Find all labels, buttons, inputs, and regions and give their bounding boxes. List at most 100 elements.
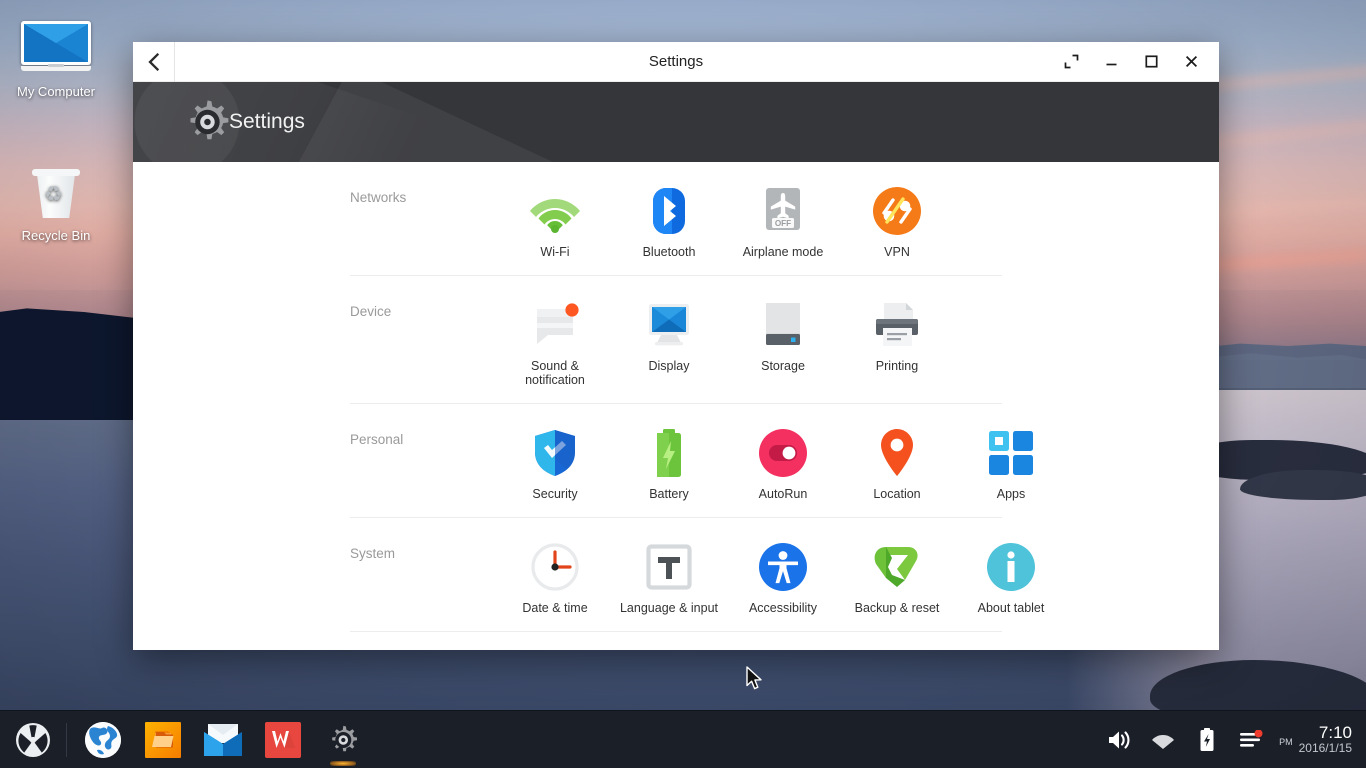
tile-label: Location [873, 487, 920, 501]
tray-volume-icon[interactable] [1097, 711, 1141, 768]
maximize-icon [1144, 54, 1159, 69]
desktop-icon-my-computer[interactable]: My Computer [0, 18, 112, 100]
setting-tile-storage[interactable]: Storage [726, 298, 840, 387]
tile-label: Sound & notification [503, 359, 607, 387]
tile-label: Printing [876, 359, 918, 373]
setting-tile-security[interactable]: Security [498, 426, 612, 501]
start-button[interactable] [0, 711, 66, 768]
location-pin-icon [876, 426, 918, 480]
tile-label: VPN [884, 245, 910, 259]
tile-label: Accessibility [749, 601, 817, 615]
tile-label: Date & time [522, 601, 587, 615]
clock-date: 2016/1/15 [1299, 742, 1352, 756]
printer-icon [872, 298, 922, 352]
tile-label: AutoRun [759, 487, 808, 501]
category-label: Personal [350, 426, 498, 447]
autorun-toggle-icon [758, 426, 808, 480]
expand-diagonal-icon [1064, 54, 1079, 69]
tile-label: About tablet [978, 601, 1045, 615]
language-input-icon [646, 540, 692, 594]
tile-label: Backup & reset [855, 601, 940, 615]
display-icon [644, 298, 694, 352]
back-button[interactable] [133, 42, 175, 82]
folder-box-icon [144, 721, 182, 759]
tray-battery-charging-icon[interactable] [1185, 711, 1229, 768]
bluetooth-icon [644, 184, 694, 238]
setting-tile-airplane-mode[interactable]: OFF Airplane mode [726, 184, 840, 259]
backup-reset-icon [872, 540, 922, 594]
window-maximize-button[interactable] [1131, 42, 1171, 82]
taskbar-app-email[interactable] [193, 711, 253, 768]
wps-icon [265, 722, 301, 758]
setting-tile-printing[interactable]: Printing [840, 298, 954, 387]
tile-label: Airplane mode [743, 245, 824, 259]
setting-tile-date-time[interactable]: Date & time [498, 540, 612, 615]
tile-label: Language & input [620, 601, 718, 615]
airplane-mode-icon: OFF [759, 184, 807, 238]
setting-tile-apps[interactable]: Apps [954, 426, 1068, 501]
tile-label: Battery [649, 487, 689, 501]
category-label: System [350, 540, 498, 561]
tile-label: Apps [997, 487, 1026, 501]
taskbar: PM 7:10 2016/1/15 [0, 710, 1366, 768]
gear-icon [324, 721, 362, 759]
window-restore-button[interactable] [1051, 42, 1091, 82]
minimize-icon [1104, 54, 1119, 69]
globe-icon [84, 721, 122, 759]
setting-tile-wifi[interactable]: Wi-Fi [498, 184, 612, 259]
tile-label: Display [649, 359, 690, 373]
svg-text:OFF: OFF [775, 219, 791, 228]
settings-window: Settings [133, 42, 1219, 650]
desktop-icon-label: My Computer [0, 84, 112, 100]
setting-tile-vpn[interactable]: VPN [840, 184, 954, 259]
setting-tile-bluetooth[interactable]: Bluetooth [612, 184, 726, 259]
trash-icon: ♻ [0, 162, 112, 222]
chevron-left-icon [148, 53, 159, 71]
apps-grid-icon [988, 426, 1034, 480]
sound-notification-icon [530, 298, 580, 352]
wifi-icon [529, 184, 581, 238]
taskbar-app-wps-office[interactable] [253, 711, 313, 768]
taskbar-app-file-manager[interactable] [133, 711, 193, 768]
clock-ampm: PM [1279, 737, 1293, 747]
category-personal: Personal Security [350, 404, 1002, 518]
storage-icon [760, 298, 806, 352]
settings-content: Networks Wi-Fi [133, 162, 1219, 650]
taskbar-app-settings[interactable] [313, 711, 373, 768]
setting-tile-backup-reset[interactable]: Backup & reset [840, 540, 954, 615]
taskbar-clock[interactable]: PM 7:10 2016/1/15 [1279, 723, 1352, 756]
clock-time: 7:10 [1319, 723, 1352, 743]
desktop-icon-label: Recycle Bin [0, 228, 112, 244]
category-device: Device Sound & notification [350, 276, 1002, 404]
tile-label: Wi-Fi [540, 245, 569, 259]
setting-tile-autorun[interactable]: AutoRun [726, 426, 840, 501]
vpn-icon [872, 184, 922, 238]
envelope-icon [204, 723, 242, 757]
clock-icon [531, 540, 579, 594]
taskbar-app-browser[interactable] [73, 711, 133, 768]
system-tray: PM 7:10 2016/1/15 [1097, 711, 1366, 768]
window-controls [1051, 42, 1219, 82]
category-label: Device [350, 298, 498, 319]
setting-tile-about-tablet[interactable]: About tablet [954, 540, 1068, 615]
notification-badge-dot [1255, 730, 1263, 737]
setting-tile-battery[interactable]: Battery [612, 426, 726, 501]
category-networks: Networks Wi-Fi [350, 162, 1002, 276]
setting-tile-accessibility[interactable]: Accessibility [726, 540, 840, 615]
window-close-button[interactable] [1171, 42, 1211, 82]
desktop-icon-recycle-bin[interactable]: ♻ Recycle Bin [0, 162, 112, 244]
window-titlebar: Settings [133, 42, 1219, 82]
battery-icon [649, 426, 689, 480]
tile-label: Bluetooth [643, 245, 696, 259]
setting-tile-language-input[interactable]: Language & input [612, 540, 726, 615]
accessibility-icon [758, 540, 808, 594]
setting-tile-display[interactable]: Display [612, 298, 726, 387]
window-minimize-button[interactable] [1091, 42, 1131, 82]
setting-tile-location[interactable]: Location [840, 426, 954, 501]
monitor-icon [0, 18, 112, 78]
app-header: Settings [133, 82, 1219, 162]
tray-notifications-icon[interactable] [1229, 711, 1273, 768]
setting-tile-sound-notification[interactable]: Sound & notification [498, 298, 612, 387]
category-system: System Date & time [350, 518, 1002, 632]
tray-wifi-icon[interactable] [1141, 711, 1185, 768]
